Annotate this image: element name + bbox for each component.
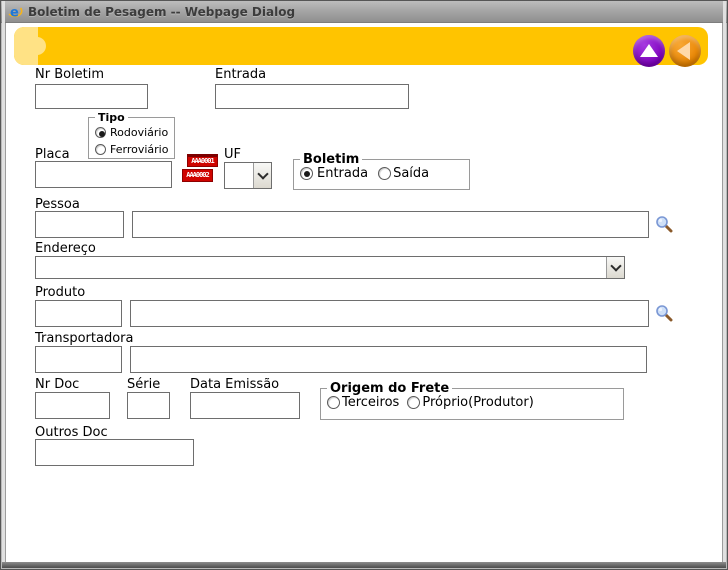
placa-label: Placa [35,147,70,162]
boletim-fieldset: Boletim Entrada Saída [293,152,470,190]
entrada-input[interactable] [215,84,409,109]
proprio-radio[interactable] [407,396,420,409]
uf-select[interactable] [224,162,272,189]
radio-option-terceiros[interactable]: Terceiros [327,395,399,410]
radio-option-ferroviario[interactable]: Ferroviário [95,143,168,156]
data-emissao-input[interactable] [190,392,300,419]
internet-explorer-icon: e [7,4,23,20]
transportadora-code-input[interactable] [35,346,122,373]
produto-code-input[interactable] [35,300,122,327]
nr-doc-label: Nr Doc [35,377,79,392]
toolbar [14,27,708,65]
serie-label: Série [127,377,160,392]
transportadora-label: Transportadora [35,331,133,346]
endereco-select-arrow[interactable] [606,257,624,278]
terceiros-label: Terceiros [342,395,399,410]
window-title: Boletim de Pesagem -- Webpage Dialog [28,5,295,19]
boletim-saida-radio[interactable] [378,167,391,180]
produto-search-icon[interactable] [655,304,673,322]
pessoa-code-input[interactable] [35,211,124,238]
left-arrow-icon [677,42,690,60]
uf-select-arrow[interactable] [253,163,271,188]
produto-label: Produto [35,285,85,300]
origem-frete-legend: Origem do Frete [327,381,452,396]
pessoa-search-icon[interactable] [655,215,673,233]
endereco-select[interactable] [35,256,625,279]
toolbar-decoration [14,27,38,65]
rodoviario-label: Rodoviário [110,126,168,139]
dialog-content: Nr Boletim Entrada Tipo Rodoviário Ferro… [5,23,723,562]
placa-input[interactable] [35,161,172,188]
tipo-legend: Tipo [95,111,128,124]
ferroviario-radio[interactable] [95,144,106,155]
entrada-label: Entrada [215,67,266,82]
dialog-window: e Boletim de Pesagem -- Webpage Dialog N… [0,0,728,570]
boletim-entrada-radio[interactable] [300,167,313,180]
radio-option-boletim-entrada[interactable]: Entrada [300,166,368,181]
plate-top: AAA0001 [187,154,218,167]
transportadora-name-input[interactable] [130,346,647,373]
nr-boletim-input[interactable] [35,84,148,109]
origem-frete-fieldset: Origem do Frete Terceiros Próprio(Produt… [320,381,624,420]
radio-option-boletim-saida[interactable]: Saída [378,166,429,181]
boletim-legend: Boletim [300,152,362,167]
boletim-entrada-label: Entrada [317,166,368,181]
uf-label: UF [224,147,241,162]
svg-text:e: e [10,5,19,20]
scroll-up-button[interactable] [633,35,665,67]
ferroviario-label: Ferroviário [110,143,168,156]
outros-doc-label: Outros Doc [35,425,108,440]
endereco-label: Endereço [35,241,96,256]
outros-doc-input[interactable] [35,439,194,466]
data-emissao-label: Data Emissão [190,377,279,392]
nr-boletim-label: Nr Boletim [35,67,104,82]
chevron-down-icon [257,168,268,179]
terceiros-radio[interactable] [327,396,340,409]
nr-doc-input[interactable] [35,392,110,419]
produto-name-input[interactable] [130,300,649,327]
window-frame-bottom [2,562,726,568]
chevron-down-icon [610,260,621,271]
proprio-label: Próprio(Produtor) [422,395,533,410]
pessoa-name-input[interactable] [132,211,649,238]
back-button[interactable] [669,35,701,67]
serie-input[interactable] [127,392,170,419]
rodoviario-radio[interactable] [95,127,106,138]
boletim-saida-label: Saída [393,166,429,181]
radio-option-proprio[interactable]: Próprio(Produtor) [407,395,533,410]
license-plates-icon: AAA0001 AAA0002 [182,153,220,185]
window-titlebar[interactable]: e Boletim de Pesagem -- Webpage Dialog [1,1,727,23]
tipo-fieldset: Tipo Rodoviário Ferroviário [88,111,175,159]
radio-option-rodoviario[interactable]: Rodoviário [95,126,168,139]
plate-bottom: AAA0002 [182,169,213,182]
up-arrow-icon [640,44,658,57]
pessoa-label: Pessoa [35,197,80,212]
window-frame-right [723,1,726,568]
